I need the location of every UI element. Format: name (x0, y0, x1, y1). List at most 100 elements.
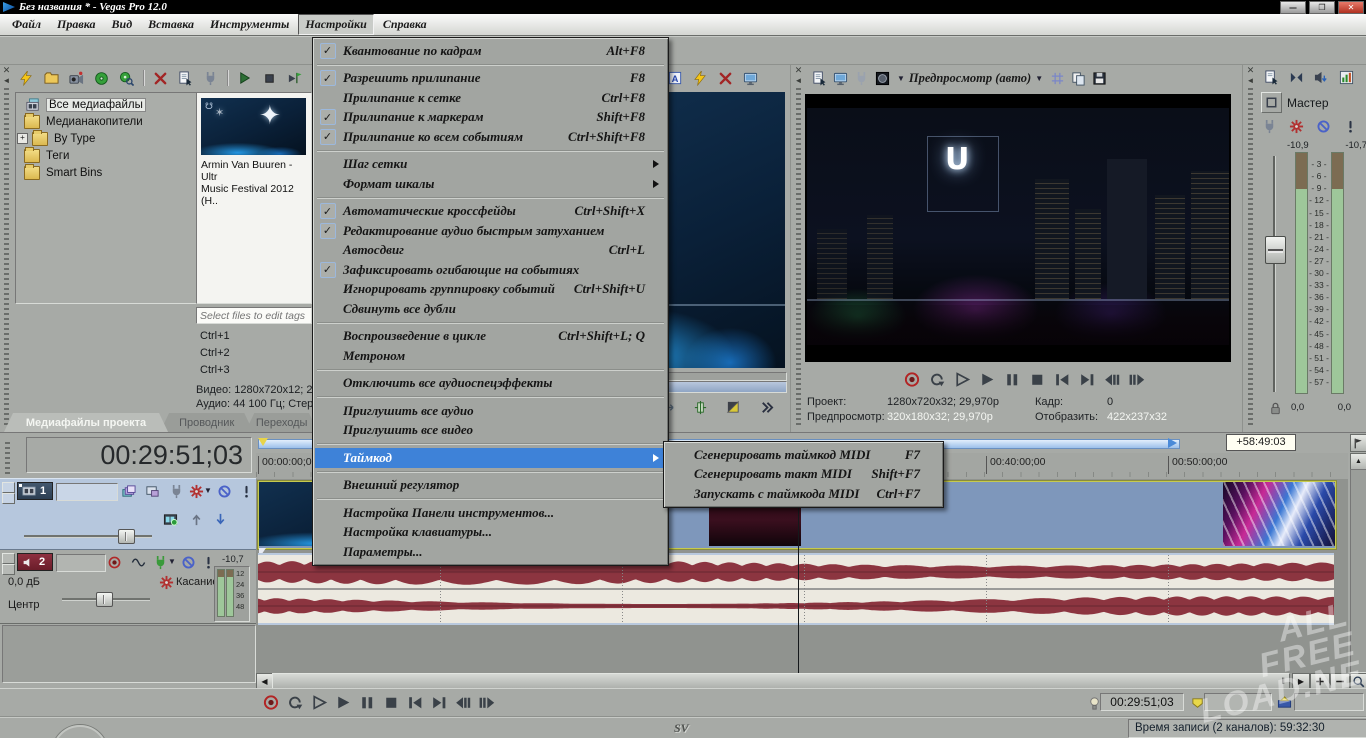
auto-preview-flag-icon[interactable] (284, 68, 305, 89)
track-motion-icon[interactable] (118, 481, 139, 502)
record-button[interactable] (901, 370, 923, 388)
jog-knob[interactable] (52, 725, 108, 738)
make-compositing-parent-icon[interactable] (186, 509, 207, 530)
tab-Медиафайлы проекта[interactable]: Медиафайлы проекта (4, 413, 168, 432)
preview-play-icon[interactable] (234, 68, 255, 89)
menu-item-Прилипание к сетке[interactable]: Прилипание к сеткеCtrl+F8 (315, 88, 666, 108)
volume-slider[interactable] (62, 592, 150, 605)
close-panel-icon[interactable]: ✕ (1247, 66, 1255, 76)
tree-item-Медианакопители[interactable]: Медианакопители (16, 113, 196, 130)
extract-audio-cd-icon[interactable] (91, 68, 112, 89)
track-name-field[interactable] (56, 483, 118, 501)
fx-plug-icon[interactable] (1259, 116, 1280, 137)
external-monitor-icon[interactable] (740, 68, 761, 89)
play-from-start-button[interactable] (308, 693, 330, 711)
stop-button[interactable] (1026, 370, 1048, 388)
solo-exclaim-icon[interactable] (1340, 116, 1361, 137)
restore-button[interactable]: ❐ (1309, 1, 1335, 14)
menu-item-Настройка Панели инструментов...[interactable]: Настройка Панели инструментов... (315, 503, 666, 523)
track-restore-button[interactable] (2, 493, 15, 504)
dim-output-icon[interactable] (1311, 67, 1332, 88)
menu-item-Формат шкалы[interactable]: Формат шкалы (315, 174, 666, 194)
drag-handle[interactable] (1248, 88, 1253, 426)
menu-item-Запускать с таймкода MIDI[interactable]: Запускать с таймкода MIDICtrl+F7 (666, 484, 941, 504)
panel-grip[interactable]: ✕ ◄ (792, 66, 805, 426)
lock-fader-icon[interactable] (1265, 398, 1286, 419)
minimize-button[interactable]: — (1280, 1, 1306, 14)
menu-item-Таймкод[interactable]: Таймкод (315, 448, 666, 468)
menu-item-Приглушить все аудио[interactable]: Приглушить все аудио (315, 401, 666, 421)
play-button[interactable] (976, 370, 998, 388)
track-meter[interactable]: 12243648 (214, 566, 250, 622)
scrollbar-thumb[interactable]: ‖ (272, 673, 1290, 689)
loop-button[interactable] (284, 693, 306, 711)
loop-region-end-arrow[interactable] (1168, 438, 1182, 448)
hotkey-row[interactable]: Ctrl+1 (196, 328, 310, 345)
menu-item-Квантование по кадрам[interactable]: ✓Квантование по кадрамAlt+F8 (315, 41, 666, 61)
master-fader-track[interactable] (1273, 156, 1275, 392)
more-chevrons-icon[interactable] (756, 397, 777, 418)
hotkey-row[interactable]: Ctrl+3 (196, 362, 310, 379)
drag-handle[interactable] (4, 88, 9, 426)
video-track-number[interactable]: 1 (17, 482, 53, 500)
capture-video-camera-icon[interactable] (66, 68, 87, 89)
menu-item-Отключить все аудиоспецэффекты[interactable]: Отключить все аудиоспецэффекты (315, 374, 666, 394)
tab-Проводник[interactable]: Проводник (160, 413, 253, 432)
media-properties-icon[interactable] (175, 68, 196, 89)
pause-button[interactable] (1001, 370, 1023, 388)
cursor-time-display[interactable]: 00:29:51;03 (26, 437, 252, 473)
import-media-folder-icon[interactable] (41, 68, 62, 89)
next-frame-button[interactable] (476, 693, 498, 711)
quality-dropdown-icon[interactable]: ▼ (897, 74, 905, 83)
arm-record-icon[interactable] (104, 552, 125, 573)
marker-tool-button[interactable] (1350, 434, 1366, 452)
audio-track-header[interactable]: 2 ▼ -10,7 0,0 дБ Касание ▼ Центр (0, 550, 256, 624)
automation-gear-icon[interactable] (156, 572, 177, 593)
gear-dropdown-icon[interactable]: ▼ (204, 486, 212, 495)
remove-fx-icon[interactable] (715, 68, 736, 89)
go-start-button[interactable] (404, 693, 426, 711)
trim-event-icon[interactable] (690, 397, 711, 418)
play-button[interactable] (332, 693, 354, 711)
tree-item-Все медиафайлы[interactable]: Все медиафайлы (16, 96, 196, 113)
video-output-fx-plug-icon[interactable] (851, 68, 872, 89)
track-fx-icon[interactable] (166, 481, 187, 502)
track-minimize-button[interactable] (2, 553, 15, 564)
track-name-field[interactable] (56, 554, 106, 572)
menubar-item-Справка[interactable]: Справка (376, 14, 434, 35)
drag-handle[interactable] (5, 442, 10, 474)
preview-stop-icon[interactable] (259, 68, 280, 89)
menu-item-Зафиксировать огибающие на событиях[interactable]: ✓Зафиксировать огибающие на событиях (315, 260, 666, 280)
menu-item-Разрешить прилипание[interactable]: ✓Разрешить прилипаниеF8 (315, 69, 666, 89)
master-fader-handle[interactable] (1265, 236, 1286, 264)
menu-item-Прилипание ко всем событиям[interactable]: ✓Прилипание ко всем событиямCtrl+Shift+F… (315, 127, 666, 147)
hotkey-row[interactable]: Ctrl+2 (196, 345, 310, 362)
fx-dropdown-icon[interactable]: ▼ (168, 557, 176, 566)
track-composite-icon[interactable] (142, 481, 163, 502)
get-media-web-icon[interactable] (116, 68, 137, 89)
remove-media-icon[interactable] (150, 68, 171, 89)
solo-icon[interactable] (236, 481, 257, 502)
tags-input[interactable] (196, 307, 312, 324)
timeline-hscrollbar[interactable]: ◀ ‖ ▶ (256, 673, 1348, 689)
fade-corner-icon[interactable] (723, 397, 744, 418)
menubar-item-Файл[interactable]: Файл (5, 14, 48, 35)
menubar-item-Правка[interactable]: Правка (50, 14, 102, 35)
menu-item-Настройка клавиатуры...[interactable]: Настройка клавиатуры... (315, 523, 666, 543)
preview-mode-label[interactable]: Предпросмотр (авто) (909, 71, 1031, 86)
mute-icon[interactable] (214, 481, 235, 502)
automation-mode-label[interactable]: Касание (176, 576, 218, 588)
go-end-button[interactable] (428, 693, 450, 711)
undock-arrow-icon[interactable]: ◄ (3, 76, 11, 85)
master-collapse-button[interactable] (1261, 92, 1282, 113)
menu-item-Автосдвиг[interactable]: АвтосдвигCtrl+L (315, 241, 666, 261)
video-track-header[interactable]: 1 ▼ (0, 478, 256, 550)
cursor-position-field[interactable]: 00:29:51;03 (1100, 693, 1184, 711)
menu-item-Метроном[interactable]: Метроном (315, 346, 666, 366)
pause-button[interactable] (356, 693, 378, 711)
close-panel-icon[interactable]: ✕ (795, 66, 803, 76)
next-frame-button[interactable] (1126, 370, 1148, 388)
loop-button[interactable] (926, 370, 948, 388)
audio-track-number[interactable]: 2 (17, 553, 53, 571)
track-minimize-button[interactable] (2, 482, 15, 493)
